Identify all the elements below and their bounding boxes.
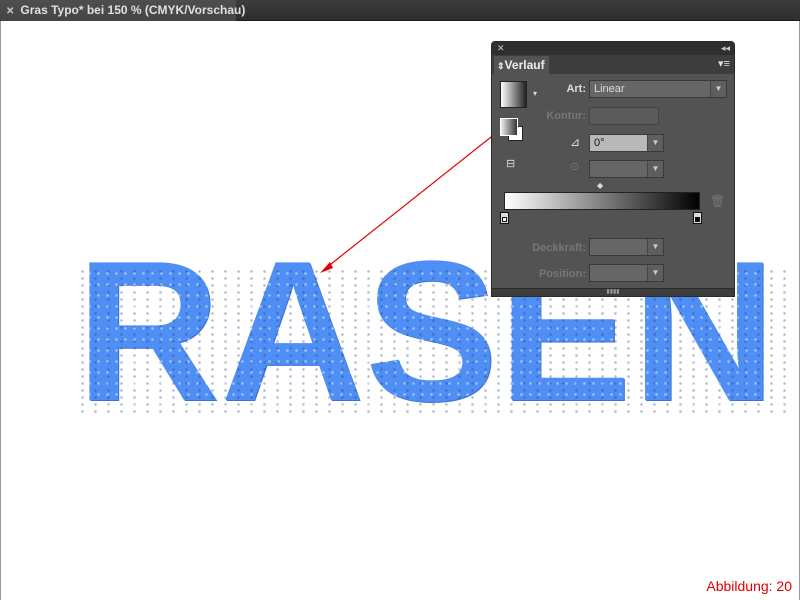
chevron-down-icon[interactable]: ▼	[647, 161, 663, 177]
type-dropdown[interactable]: Linear ▼	[589, 80, 727, 98]
gradient-panel: ✕ ◂◂ ⇕Verlauf ▾≡ ▾ ⊟ Art: Linear ▼ Kontur:…	[491, 41, 735, 297]
gradient-slider[interactable]	[504, 192, 700, 210]
close-panel-icon[interactable]: ✕	[497, 42, 505, 55]
tab-verlauf[interactable]: ⇕Verlauf	[494, 56, 549, 74]
gradient-swatch[interactable]	[500, 81, 527, 108]
midpoint-diamond[interactable]: ◆	[597, 181, 603, 190]
angle-field[interactable]: 0° ▼	[589, 134, 664, 152]
chevron-down-icon[interactable]: ▼	[710, 81, 726, 97]
kontur-label: Kontur:	[546, 110, 586, 122]
position-label: Position:	[538, 268, 586, 280]
position-field[interactable]: ▼	[589, 264, 664, 282]
art-label: Art:	[566, 83, 586, 95]
figure-caption: Abbildung: 20	[706, 578, 792, 594]
gradient-stop-black[interactable]	[693, 212, 702, 224]
chevron-down-icon[interactable]: ▼	[647, 135, 663, 151]
gradient-stop-white[interactable]	[500, 212, 509, 224]
resize-grip[interactable]: ▮▮▮▮	[492, 288, 734, 296]
chevron-down-icon[interactable]: ▼	[647, 265, 663, 281]
fill-swatch[interactable]	[500, 118, 518, 136]
opacity-label: Deckkraft:	[532, 242, 586, 254]
chevron-down-icon[interactable]: ▼	[647, 239, 663, 255]
aspect-ratio-icon: ⊙	[570, 161, 580, 173]
panel-menu-icon[interactable]: ▾≡	[718, 57, 730, 70]
reverse-gradient-icon[interactable]: ⊟	[506, 157, 515, 170]
aspect-ratio-field[interactable]: ▼	[589, 160, 664, 178]
opacity-field[interactable]: ▼	[589, 238, 664, 256]
type-value: Linear	[594, 83, 625, 95]
angle-icon: ⊿	[570, 135, 581, 149]
tab-verlauf-label: Verlauf	[504, 58, 545, 72]
collapse-icon[interactable]: ◂◂	[721, 42, 730, 55]
tab-toggle-icon: ⇕	[497, 61, 505, 71]
swatch-dropdown-icon[interactable]: ▾	[533, 89, 537, 98]
stroke-buttons[interactable]	[589, 107, 659, 125]
trash-icon[interactable]: 🗑	[710, 194, 725, 208]
